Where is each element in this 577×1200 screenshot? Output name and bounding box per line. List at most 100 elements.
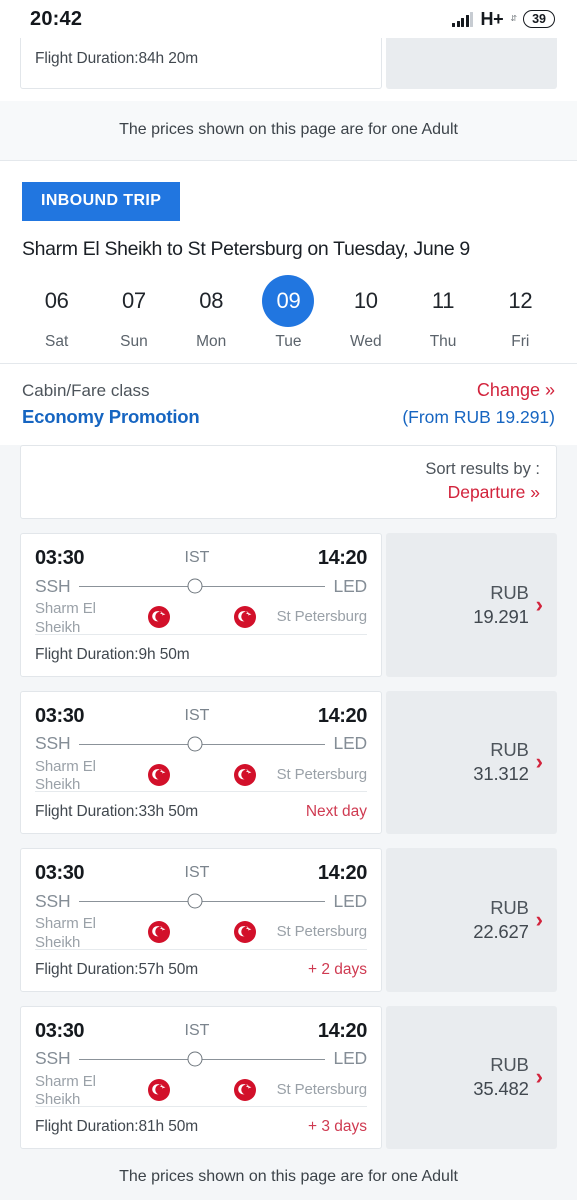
flight-card-details[interactable]: 03:30 IST 14:20 SSH LED Sharm El Sheikh — [20, 1005, 382, 1149]
destination-airport-code: LED — [333, 733, 368, 753]
cabin-fare-value[interactable]: Economy Promotion — [22, 406, 200, 428]
flight-result-row[interactable]: 03:30 IST 14:20 SSH LED Sharm El Sheikh — [20, 690, 557, 834]
flight-duration: Flight Duration:81h 50m — [35, 1118, 199, 1135]
trip-route-title: Sharm El Sheikh to St Petersburg on Tues… — [22, 238, 470, 260]
price-amount: 22.627 — [473, 920, 529, 942]
flight-price-cell[interactable]: RUB 19.291 › — [386, 533, 557, 677]
flight-duration: Flight Duration:33h 50m — [35, 803, 199, 820]
date-day: Thu — [429, 333, 457, 350]
date-cell-11[interactable]: 11 Thu — [404, 275, 481, 351]
chevron-right-icon[interactable]: › — [536, 1066, 543, 1088]
sort-label: Sort results by : — [425, 460, 540, 478]
cabin-fare-section: Cabin/Fare class Change » Economy Promot… — [0, 364, 577, 445]
origin-airport-code: SSH — [35, 575, 71, 596]
turkish-airlines-logo-icon — [233, 605, 257, 629]
sort-value-link[interactable]: Departure » — [37, 482, 540, 503]
flight-card-details[interactable]: 03:30 IST 14:20 SSH LED Sharm El Sheikh — [20, 848, 382, 992]
flight-duration: Flight Duration:57h 50m — [35, 960, 199, 978]
arrival-time: 14:20 — [317, 547, 368, 569]
date-day: Mon — [196, 333, 227, 350]
cabin-fare-label: Cabin/Fare class — [22, 381, 150, 400]
date-cell-07[interactable]: 07 Sun — [95, 275, 172, 351]
arrival-time: 14:20 — [317, 1019, 368, 1042]
date-number: 12 — [508, 288, 533, 313]
destination-airport-code: LED — [333, 890, 368, 911]
destination-city: St Petersburg — [276, 1080, 368, 1098]
battery-indicator: 39 — [523, 9, 555, 29]
origin-airport-code: SSH — [35, 890, 71, 911]
partial-card-details[interactable]: Flight Duration:84h 20m — [20, 38, 382, 89]
origin-city: Sharm El Sheikh — [35, 757, 96, 794]
flight-results-list: 03:30 IST 14:20 SSH LED Sharm El Sheikh — [0, 519, 577, 1149]
flight-price-cell[interactable]: RUB 31.312 › — [386, 690, 557, 834]
date-day: Wed — [349, 333, 382, 350]
stopover-dot-icon — [187, 893, 203, 909]
cabin-from-price: (From RUB 19.291) — [402, 407, 555, 427]
chevron-right-icon[interactable]: › — [536, 751, 543, 773]
chevron-right-icon[interactable]: › — [536, 593, 543, 616]
sort-section: Sort results by : Departure » — [0, 445, 577, 519]
origin-airport-code: SSH — [35, 733, 71, 753]
flight-duration: Flight Duration:9h 50m — [35, 645, 190, 663]
stopover-dot-icon — [187, 736, 203, 751]
inbound-trip-badge: INBOUND TRIP — [22, 182, 181, 221]
flight-card-details[interactable]: 03:30 IST 14:20 SSH LED Sharm El Sheikh — [20, 533, 382, 677]
day-offset-note: + 2 days — [307, 960, 367, 978]
date-day: Tue — [275, 333, 302, 350]
inbound-trip-panel: INBOUND TRIP Sharm El Sheikh to St Peter… — [0, 161, 577, 364]
flight-result-row[interactable]: 03:30 IST 14:20 SSH LED Sharm El Sheikh — [20, 1005, 557, 1149]
network-type-label: H+ — [480, 8, 504, 29]
flight-price-cell[interactable]: RUB 35.482 › — [386, 1005, 557, 1149]
date-number: 06 — [44, 288, 69, 313]
signal-bars-icon — [452, 11, 474, 27]
date-cell-10[interactable]: 10 Wed — [327, 275, 404, 351]
route-line — [79, 892, 325, 910]
scroll-body[interactable]: Flight Duration:84h 20m The prices shown… — [0, 38, 577, 1200]
arrival-time: 14:20 — [317, 862, 368, 884]
status-time: 20:42 — [30, 7, 83, 30]
date-number: 10 — [353, 288, 378, 313]
arrival-time: 14:20 — [317, 704, 368, 727]
price-currency: RUB — [490, 581, 529, 603]
date-selector[interactable]: 06 Sat 07 Sun 08 Mon 09 Tue 10 Wed 11 Th… — [0, 261, 577, 364]
route-line — [79, 1050, 325, 1068]
date-number: 11 — [431, 288, 455, 313]
day-offset-note: Next day — [305, 803, 367, 820]
price-currency: RUB — [490, 1054, 529, 1076]
date-number: 08 — [199, 288, 224, 313]
stopover-dot-icon — [187, 1051, 203, 1066]
origin-city: Sharm El Sheikh — [35, 1072, 96, 1109]
stopover-dot-icon — [187, 578, 203, 594]
data-transfer-icon: ⇵ — [510, 14, 517, 23]
date-day: Fri — [511, 333, 530, 350]
date-cell-08[interactable]: 08 Mon — [173, 275, 250, 351]
app-screen: 20:42 H+ ⇵ 39 Flight Duration:84h 20m Th… — [0, 0, 577, 1200]
trip-header: INBOUND TRIP Sharm El Sheikh to St Peter… — [0, 161, 577, 261]
partial-price-cell[interactable] — [386, 38, 557, 89]
day-offset-note: + 3 days — [307, 1118, 367, 1135]
partial-flight-card-top[interactable]: Flight Duration:84h 20m — [0, 38, 577, 101]
flight-result-row[interactable]: 03:30 IST 14:20 SSH LED Sharm El Sheikh — [20, 848, 557, 992]
date-cell-06[interactable]: 06 Sat — [18, 275, 95, 351]
chevron-right-icon[interactable]: › — [536, 908, 543, 931]
flight-result-row[interactable]: 03:30 IST 14:20 SSH LED Sharm El Sheikh — [20, 533, 557, 677]
turkish-airlines-logo-icon — [147, 763, 171, 787]
date-day: Sat — [45, 333, 69, 350]
date-cell-12[interactable]: 12 Fri — [482, 275, 559, 351]
partial-flight-duration: Flight Duration:84h 20m — [35, 50, 199, 67]
date-number: 07 — [121, 288, 146, 313]
date-cell-09-selected[interactable]: 09 Tue — [250, 275, 327, 351]
top-price-notice: The prices shown on this page are for on… — [0, 101, 577, 161]
turkish-airlines-logo-icon — [233, 1078, 257, 1102]
destination-airport-code: LED — [333, 575, 368, 596]
date-number: 09 — [262, 275, 315, 327]
flight-card-details[interactable]: 03:30 IST 14:20 SSH LED Sharm El Sheikh — [20, 690, 382, 834]
destination-city: St Petersburg — [276, 765, 368, 783]
change-cabin-link[interactable]: Change » — [477, 380, 555, 401]
date-day: Sun — [120, 333, 148, 350]
destination-city: St Petersburg — [276, 608, 368, 625]
flight-price-cell[interactable]: RUB 22.627 › — [386, 848, 557, 992]
sort-box[interactable]: Sort results by : Departure » — [20, 445, 557, 519]
price-amount: 31.312 — [473, 763, 529, 785]
route-line — [79, 735, 325, 753]
